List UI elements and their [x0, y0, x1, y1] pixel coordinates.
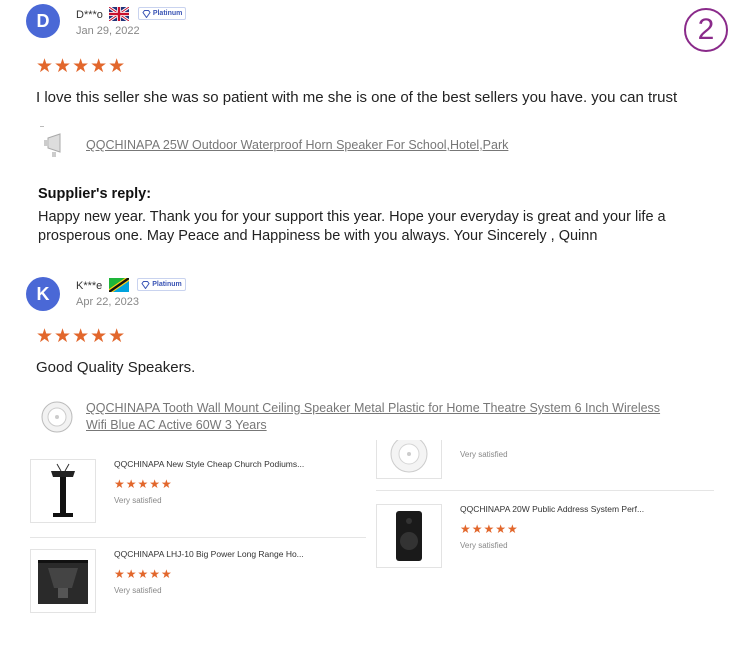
reply-line: Happy new year. Thank you for your suppo… [38, 209, 666, 225]
product-card[interactable]: QQCHINAPA New Style Cheap Church Podiums… [30, 455, 360, 525]
card-star-rating: ★★★★★ [460, 522, 519, 536]
review-item: D D***o Platinum Jan 29, 2022 ★★★★★ I lo… [0, 0, 750, 255]
horn-speaker-icon [38, 560, 88, 604]
card-rating-text: Very satisfied [114, 496, 162, 505]
platinum-badge: Platinum [137, 7, 187, 21]
product-image[interactable] [30, 549, 96, 613]
product-link[interactable]: QQCHINAPA 25W Outdoor Waterproof Horn Sp… [86, 137, 508, 154]
product-thumbnail[interactable] [38, 126, 72, 165]
avatar: K [26, 277, 60, 311]
review-text: Good Quality Speakers. [36, 359, 196, 376]
badge-label: Platinum [152, 10, 183, 18]
card-title[interactable]: QQCHINAPA New Style Cheap Church Podiums… [114, 459, 304, 469]
avatar: D [26, 4, 60, 38]
ceiling-speaker-icon [41, 401, 73, 433]
platinum-badge: Platinum [137, 278, 186, 292]
uk-flag-icon [109, 6, 130, 21]
product-card[interactable]: Very satisfied [376, 440, 716, 482]
avatar-letter: K [36, 283, 50, 304]
card-rating-text: Very satisfied [460, 541, 508, 550]
product-link-line[interactable]: QQCHINAPA Tooth Wall Mount Ceiling Speak… [86, 400, 660, 417]
product-image[interactable] [376, 440, 442, 479]
reviewer-info: K***e Platinum [76, 276, 186, 294]
card-title[interactable]: QQCHINAPA 20W Public Address System Perf… [460, 504, 644, 514]
product-image[interactable] [30, 459, 96, 523]
card-rating-text: Very satisfied [114, 586, 162, 595]
review-item: K K***e Platinum Apr 22, 2023 ★★★★★ Good… [0, 265, 750, 440]
product-card[interactable]: QQCHINAPA LHJ-10 Big Power Long Range Ho… [30, 545, 360, 615]
star-rating: ★★★★★ [36, 326, 127, 347]
divider [376, 490, 714, 491]
review-date: Jan 29, 2022 [76, 25, 140, 37]
tanzania-flag-icon [108, 277, 129, 292]
review-text: I love this seller she was so patient wi… [36, 89, 678, 106]
product-card[interactable]: QQCHINAPA 20W Public Address System Perf… [376, 500, 716, 570]
reviewer-info: D***o Platinum [76, 5, 187, 23]
supplier-reply-text: Happy new year. Thank you for your suppo… [38, 208, 666, 246]
card-star-rating: ★★★★★ [114, 477, 173, 491]
reviewer-name: D***o [76, 9, 103, 21]
product-image[interactable] [376, 504, 442, 568]
supplier-reply-title: Supplier's reply: [38, 186, 152, 202]
review-date: Apr 22, 2023 [76, 296, 139, 308]
ceiling-speaker-icon [390, 440, 428, 473]
diamond-icon [141, 280, 150, 289]
product-link-block[interactable]: QQCHINAPA Tooth Wall Mount Ceiling Speak… [86, 400, 660, 434]
avatar-letter: D [36, 10, 50, 31]
reply-line: prosperous one. May Peace and Happiness … [38, 228, 598, 244]
product-thumbnail[interactable] [38, 398, 76, 441]
reviewer-name: K***e [76, 280, 103, 292]
badge-label: Platinum [152, 281, 182, 289]
card-star-rating: ★★★★★ [114, 567, 173, 581]
product-link-line[interactable]: Wifi Blue AC Active 60W 3 Years [86, 417, 660, 434]
star-rating: ★★★★★ [36, 56, 127, 77]
podium-icon [51, 463, 75, 517]
card-rating-text: Very satisfied [460, 450, 508, 459]
diamond-icon [142, 9, 151, 18]
card-title[interactable]: QQCHINAPA LHJ-10 Big Power Long Range Ho… [114, 549, 304, 559]
horn-speaker-icon [40, 126, 61, 157]
divider [30, 537, 366, 538]
wall-speaker-icon [396, 511, 422, 561]
